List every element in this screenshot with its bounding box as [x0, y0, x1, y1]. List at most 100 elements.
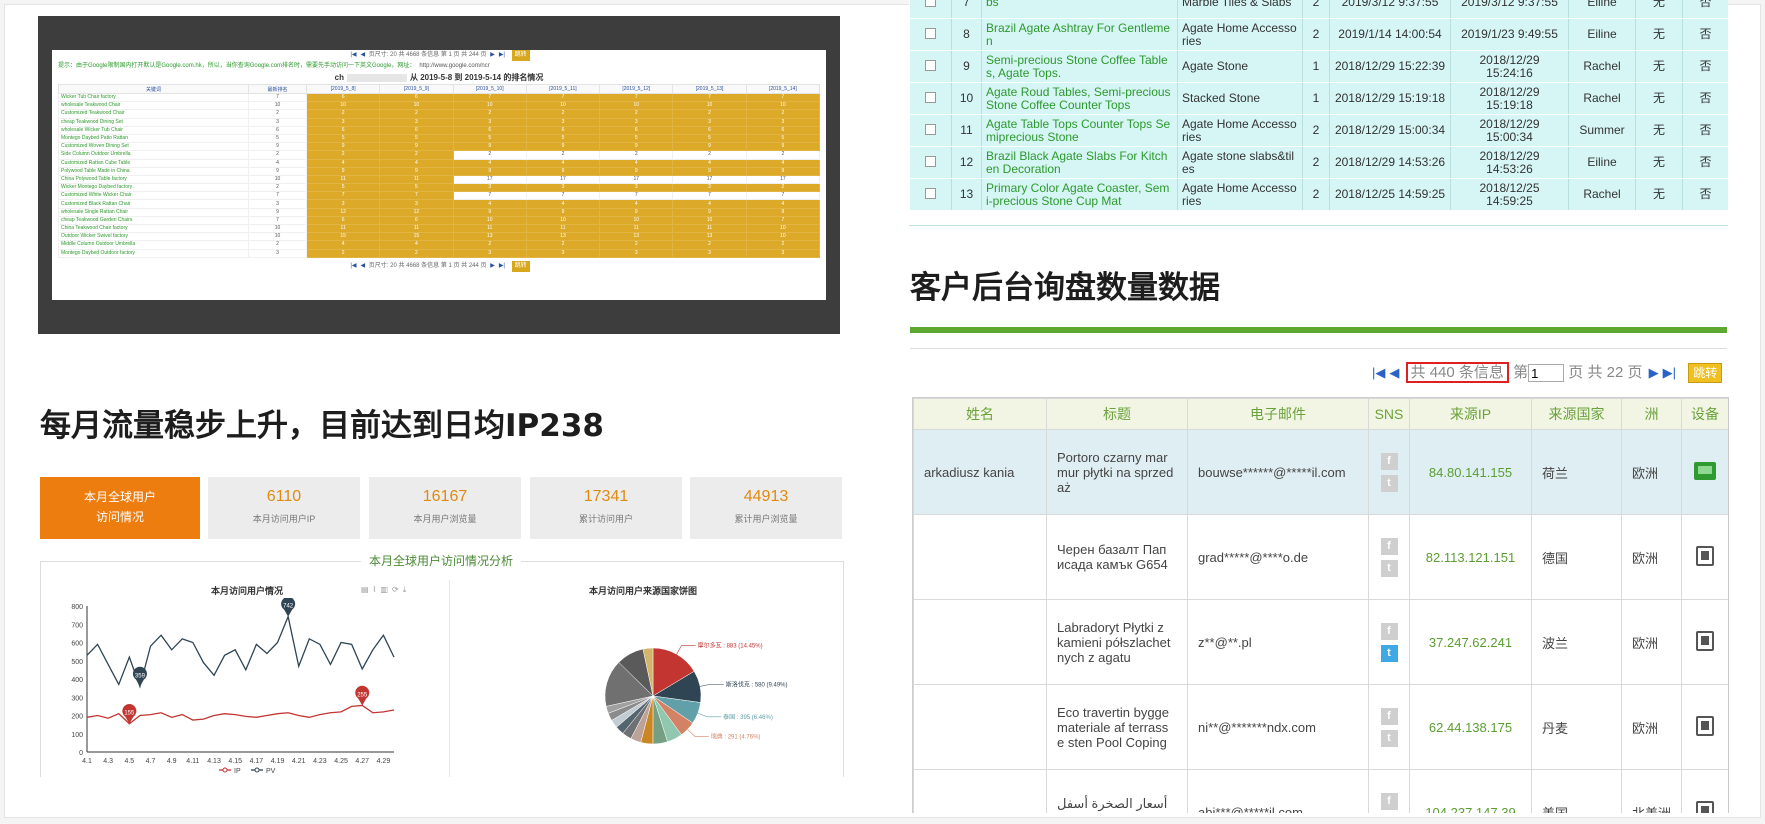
inquiry-device: [1681, 429, 1728, 515]
daily-rank-cell: 2: [745, 150, 821, 160]
go-button[interactable]: 跳转: [1688, 363, 1723, 384]
inquiry-title[interactable]: Labradoryt Płytki z kamieni półszlachet …: [1046, 599, 1188, 685]
google-notice-url[interactable]: http://www.google.com/ncr: [419, 63, 489, 69]
row-checkbox[interactable]: [925, 187, 936, 199]
inquiry-title[interactable]: Eco travertin bygge materiale af terrass…: [1046, 684, 1188, 770]
ranking-go-button[interactable]: 跳转: [511, 50, 530, 61]
record-user-cell: Eiline: [1568, 0, 1636, 19]
keyword-cell[interactable]: Wicker Montego Daybed factory: [58, 183, 249, 193]
pie-slice-label: 瑞典 : 291 (4.76%): [711, 732, 761, 740]
inquiry-name: arkadiusz kania: [913, 429, 1047, 515]
keyword-cell[interactable]: Customized Teakwood Chair: [58, 109, 249, 119]
inquiry-email: abi***@*****il.com: [1187, 769, 1369, 813]
first-page-icon[interactable]: |◀: [1372, 365, 1385, 380]
keyword-cell[interactable]: wholesale Teakwood Chair: [58, 101, 249, 111]
traffic-stats: 本月全球用户 访问情况 6110 本月访问用户IP 16167 本月用户浏览量 …: [40, 477, 842, 539]
marker-label: 359: [135, 673, 146, 679]
inquiry-row[interactable]: arkadiusz kania Portoro czarny mar mur pł…: [913, 429, 1728, 515]
twitter-icon[interactable]: t: [1380, 474, 1398, 492]
keyword-cell[interactable]: Polywood Table Made in China: [58, 166, 249, 176]
facebook-icon[interactable]: f: [1380, 537, 1398, 555]
record-title-cell[interactable]: Brazil Black Agate Slabs For Kitch en De…: [981, 146, 1178, 179]
keyword-cell[interactable]: Montego Daybed Outdoor factory: [58, 248, 249, 258]
record-title-cell[interactable]: Agate Roud Tables, Semi-precious Stone C…: [981, 82, 1178, 115]
keyword-cell[interactable]: cheap Teakwood Dining Set: [58, 117, 249, 127]
keyword-ranking-sheet: |◀ ◀ 页尺寸: 20 共 4668 条信息 第 1 页 共 244 页 ▶ ▶|…: [52, 50, 826, 300]
prev-page-icon[interactable]: ◀: [1389, 365, 1399, 380]
daily-rank-cell: 2: [672, 150, 747, 160]
record-user-cell: Summer: [1568, 114, 1636, 147]
latest-rank-cell: 2: [248, 240, 307, 250]
keyword-cell[interactable]: China Polywood Table factory: [58, 174, 249, 185]
next-page-icon[interactable]: ▶: [490, 263, 495, 269]
row-checkbox[interactable]: [925, 27, 936, 39]
facebook-icon[interactable]: f: [1380, 792, 1398, 810]
inquiry-ip: 82.113.121.151: [1409, 514, 1532, 600]
row-checkbox[interactable]: [925, 155, 936, 167]
first-page-icon[interactable]: |◀: [350, 52, 356, 58]
record-row: 8 Brazil Agate Ashtray For Gentleme n Agat…: [909, 18, 1728, 51]
record-select-cell: [909, 114, 952, 147]
daily-rank-cell: 9: [525, 142, 601, 152]
last-page-icon[interactable]: ▶|: [1663, 365, 1676, 380]
next-page-icon[interactable]: ▶: [490, 52, 495, 58]
inquiry-row[interactable]: أسعار الصخرة أسفل مصنع الرخام الطبيعيabi…: [913, 769, 1728, 813]
inquiry-title[interactable]: أسعار الصخرة أسفل مصنع الرخام الطبيعي: [1046, 769, 1188, 813]
record-qty-cell: 1: [1302, 50, 1330, 83]
record-title-cell[interactable]: Agate Table Tops Counter Tops Se mipreci…: [981, 114, 1178, 147]
row-checkbox[interactable]: [925, 0, 936, 7]
row-checkbox[interactable]: [925, 91, 936, 103]
keyword-cell[interactable]: Montego Daybed Patio Rattan: [58, 133, 249, 144]
inquiry-row[interactable]: Labradoryt Płytki z kamieni półszlachet …: [913, 599, 1728, 685]
stats-main-tab[interactable]: 本月全球用户 访问情况: [40, 477, 200, 539]
ranking-column-header: [2019_5_9]: [379, 84, 454, 94]
daily-rank-cell: 9: [452, 142, 527, 152]
keyword-cell[interactable]: wholesale Single Rattan Chair: [58, 207, 249, 217]
next-page-icon[interactable]: ▶: [1649, 365, 1659, 380]
daily-rank-cell: 15: [379, 232, 454, 242]
keyword-cell[interactable]: Outdoor Wicker Swivel factory: [58, 232, 249, 242]
record-title-cell[interactable]: bs: [981, 0, 1178, 19]
page-input[interactable]: [1528, 364, 1565, 383]
facebook-icon[interactable]: f: [1380, 452, 1398, 470]
row-checkbox[interactable]: [925, 123, 936, 135]
keyword-cell[interactable]: Customized Black Rattan Chair: [58, 199, 249, 209]
keyword-cell[interactable]: China Teakwood Chair factory: [58, 223, 249, 234]
last-page-icon[interactable]: ▶|: [499, 52, 505, 58]
ranking-row: cheap Teakwood Garden Chairs 7 6 6 10 10 10 10 7: [58, 215, 821, 226]
first-page-icon[interactable]: |◀: [350, 263, 356, 269]
facebook-icon[interactable]: f: [1380, 707, 1398, 725]
facebook-icon[interactable]: f: [1380, 622, 1398, 640]
stat-value: 6110: [266, 488, 302, 505]
inquiry-title[interactable]: Portoro czarny mar mur płytki na sprzed …: [1046, 429, 1188, 515]
keyword-cell[interactable]: Customized Rattan Cube Table: [58, 158, 249, 168]
ranking-go-button[interactable]: 跳转: [511, 260, 530, 272]
twitter-icon[interactable]: t: [1380, 559, 1398, 577]
daily-rank-cell: 3: [672, 183, 747, 193]
last-page-icon[interactable]: ▶|: [499, 263, 505, 269]
twitter-icon[interactable]: t: [1380, 729, 1398, 747]
daily-rank-cell: 10: [525, 215, 601, 226]
keyword-cell[interactable]: wholesale Wicker Tub Chair: [58, 125, 249, 135]
keyword-cell[interactable]: cheap Teakwood Garden Chairs: [58, 215, 249, 226]
prev-page-icon[interactable]: ◀: [361, 263, 366, 269]
twitter-icon[interactable]: t: [1380, 644, 1398, 662]
keyword-cell[interactable]: Middle Column Outdoor Umbrella: [58, 240, 249, 250]
inquiry-row[interactable]: Eco travertin bygge materiale af terrass…: [913, 684, 1728, 770]
chart-toolbox[interactable]: ▤⌇▥⟳⤓: [361, 585, 410, 595]
keyword-cell[interactable]: Wicker Tub Chair factory: [58, 92, 249, 103]
inquiry-row[interactable]: Черен базалт Пап исада камък G654 grad***…: [913, 514, 1728, 600]
daily-rank-cell: 11: [599, 223, 674, 234]
inquiry-title[interactable]: Черен базалт Пап исада камък G654: [1046, 514, 1188, 600]
prev-page-icon[interactable]: ◀: [361, 52, 366, 58]
record-title-cell[interactable]: Brazil Agate Ashtray For Gentleme n: [981, 18, 1178, 51]
record-title-cell[interactable]: Semi-precious Stone Coffee Table s, Agat…: [981, 50, 1178, 83]
ranking-row: Wicker Tub Chair factory 7 6 6 7 7 7 7 7: [58, 92, 821, 103]
row-checkbox[interactable]: [925, 59, 936, 71]
keyword-cell[interactable]: Side Column Outdoor Umbrella: [58, 150, 249, 160]
record-title-cell[interactable]: Primary Color Agate Coaster, Sem i-preci…: [981, 178, 1178, 211]
y-tick-label: 300: [71, 695, 83, 702]
pie-label-line: [687, 729, 709, 737]
keyword-cell[interactable]: Customized Woven Dining Set: [58, 142, 249, 152]
keyword-cell[interactable]: Customized White Wicker Chair: [58, 191, 249, 201]
